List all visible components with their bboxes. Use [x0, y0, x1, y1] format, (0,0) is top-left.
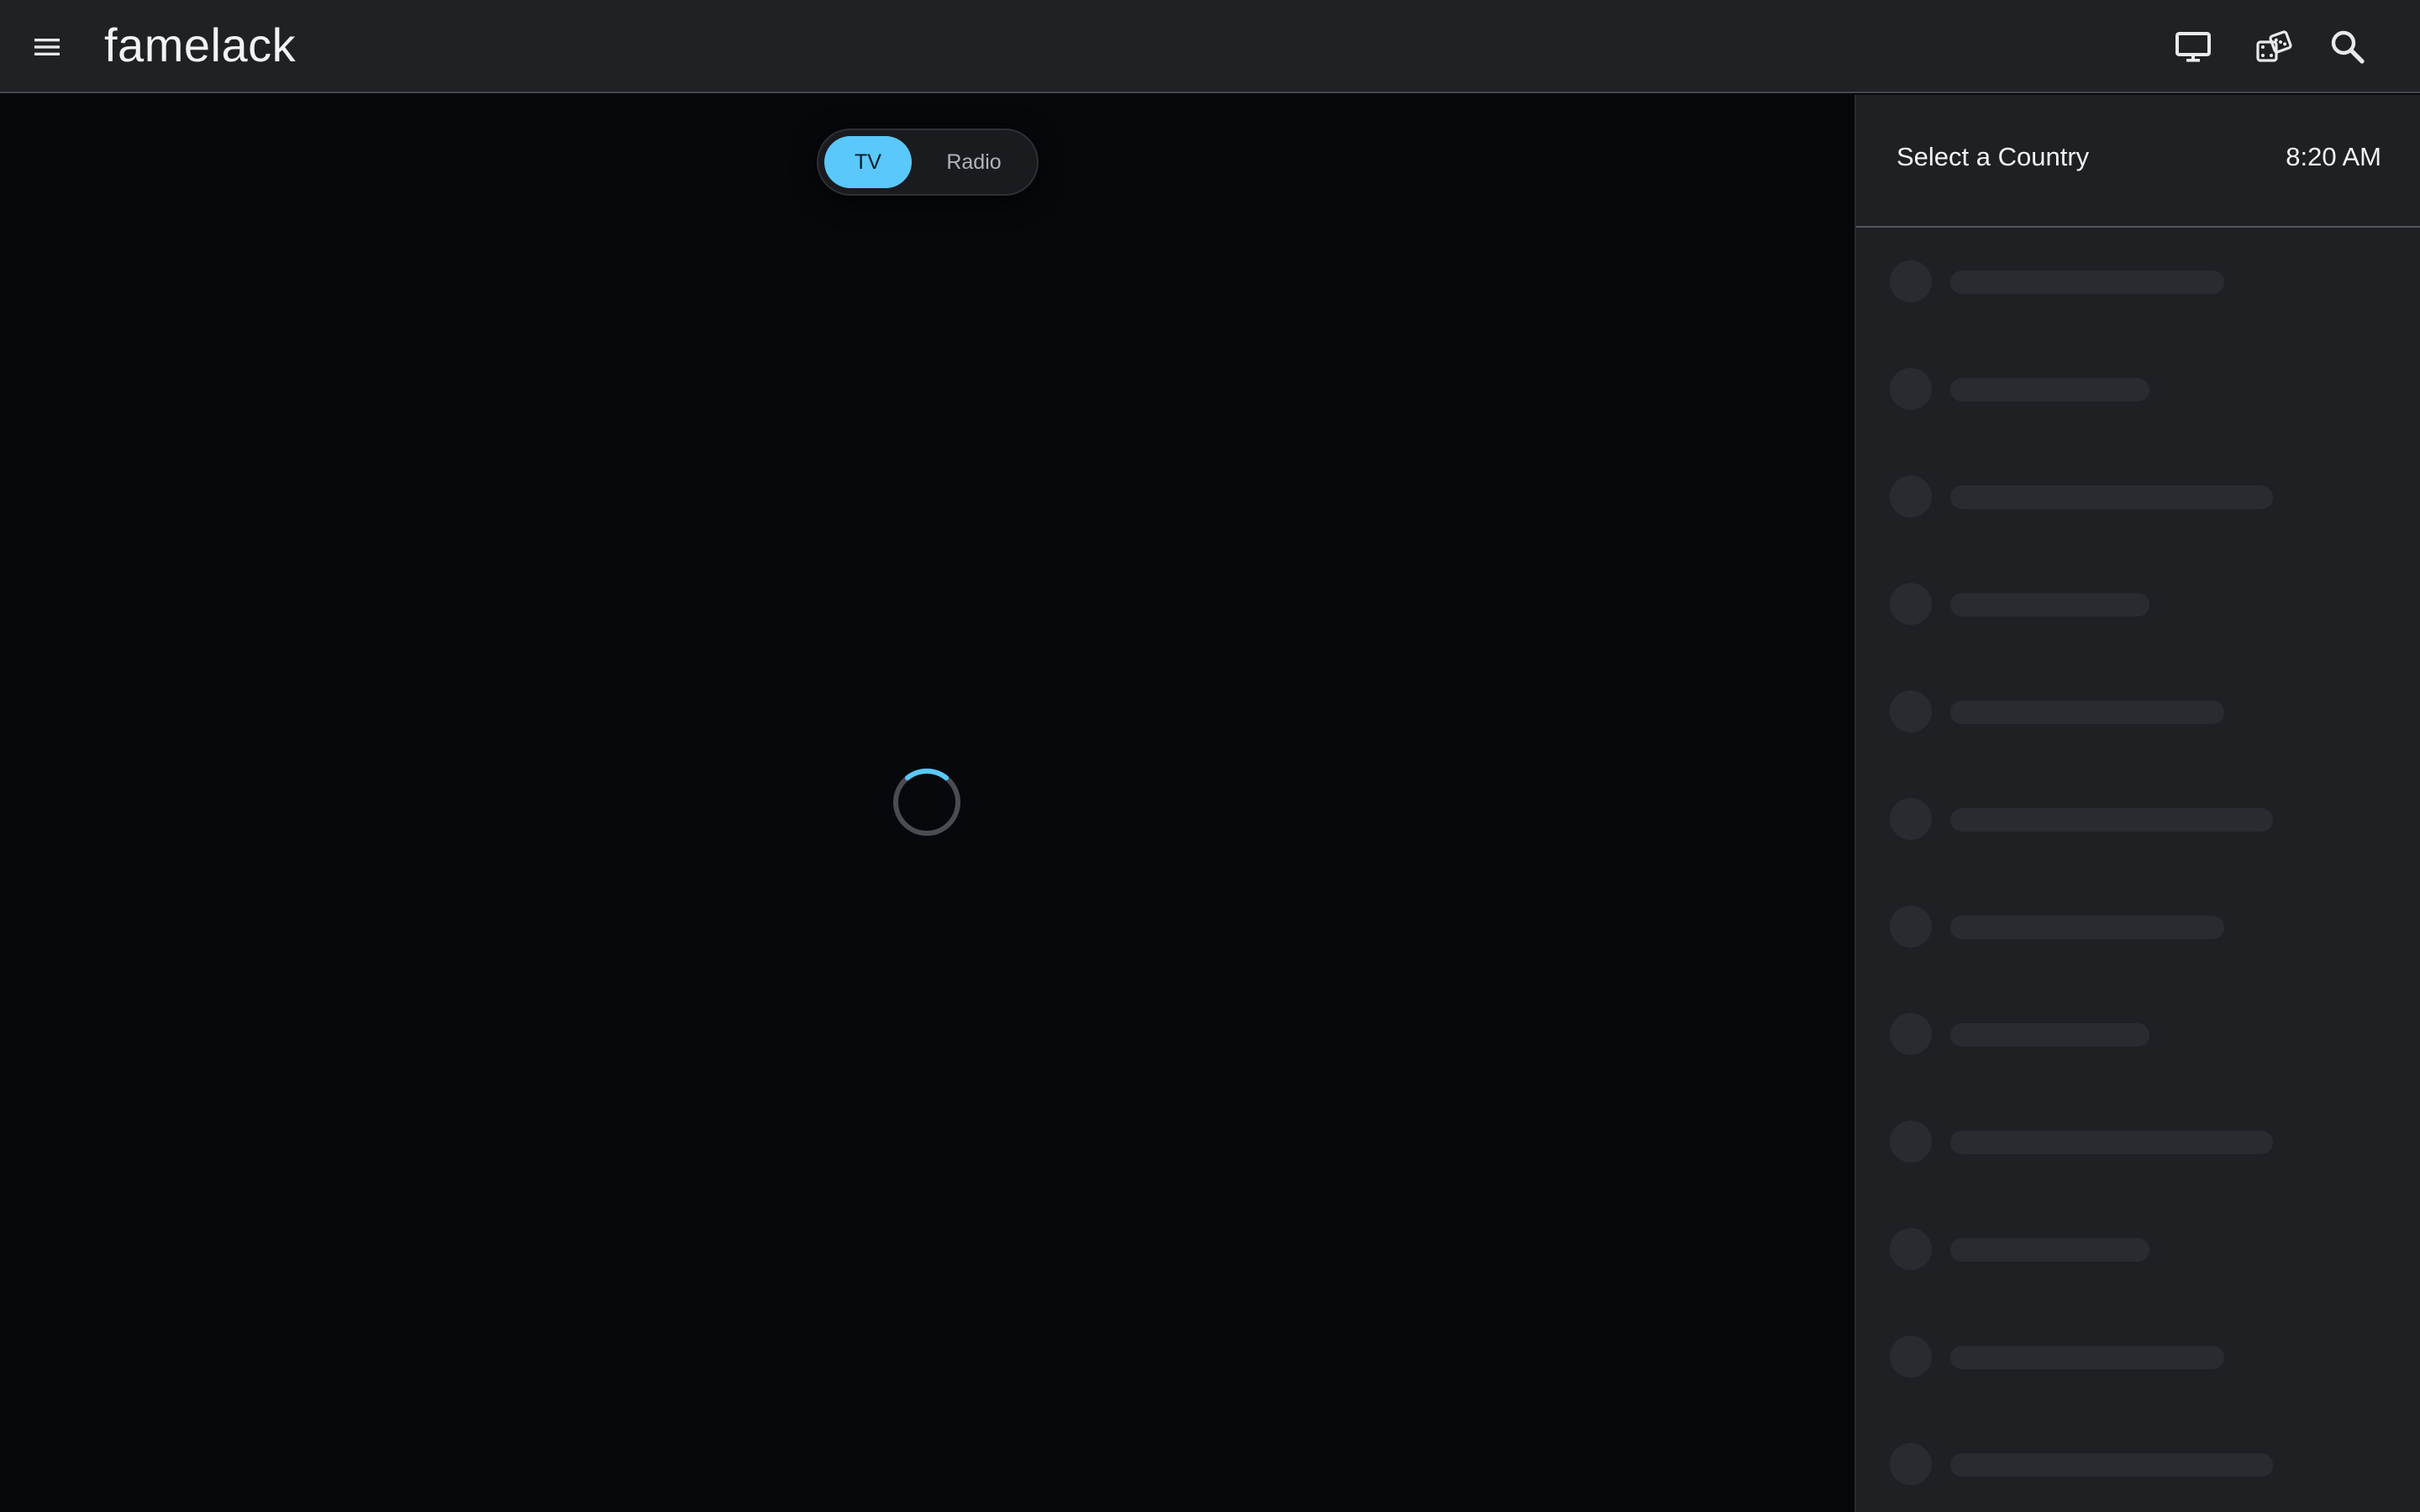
skeleton-label-placeholder: [1950, 593, 2149, 617]
mode-toggle: TV Radio: [817, 129, 1039, 196]
skeleton-flag-placeholder: [1890, 475, 1932, 517]
skeleton-row: [1890, 690, 2394, 732]
skeleton-row: [1890, 1121, 2394, 1163]
skeleton-flag-placeholder: [1890, 906, 1932, 948]
top-bar: famelack: [0, 0, 2420, 93]
player-area: TV Radio: [0, 95, 1854, 1512]
skeleton-row: [1890, 583, 2394, 625]
skeleton-label-placeholder: [1950, 270, 2224, 294]
skeleton-label-placeholder: [1950, 378, 2149, 402]
skeleton-flag-placeholder: [1890, 1443, 1932, 1485]
skeleton-flag-placeholder: [1890, 798, 1932, 840]
monitor-icon: [2175, 32, 2211, 62]
skeleton-label-placeholder: [1950, 1131, 2273, 1154]
skeleton-label-placeholder: [1950, 1023, 2149, 1047]
skeleton-label-placeholder: [1950, 1453, 2273, 1477]
skeleton-label-placeholder: [1950, 916, 2224, 939]
skeleton-row: [1890, 475, 2394, 517]
random-channel-button[interactable]: [2249, 22, 2299, 72]
tv-toggle-option[interactable]: TV: [824, 136, 912, 188]
app-logo[interactable]: famelack: [104, 12, 296, 79]
search-icon: [2331, 30, 2365, 64]
skeleton-row: [1890, 1013, 2394, 1055]
skeleton-flag-placeholder: [1890, 1336, 1932, 1378]
skeleton-label-placeholder: [1950, 808, 2273, 832]
skeleton-row: [1890, 1228, 2394, 1270]
sidebar-header: Select a Country 8:20 AM: [1856, 95, 2420, 228]
skeleton-row: [1890, 368, 2394, 410]
skeleton-row: [1890, 906, 2394, 948]
skeleton-flag-placeholder: [1890, 690, 1932, 732]
skeleton-label-placeholder: [1950, 701, 2224, 724]
skeleton-flag-placeholder: [1890, 368, 1932, 410]
skeleton-flag-placeholder: [1890, 1121, 1932, 1163]
skeleton-flag-placeholder: [1890, 583, 1932, 625]
skeleton-label-placeholder: [1950, 1346, 2224, 1369]
skeleton-flag-placeholder: [1890, 260, 1932, 302]
skeleton-row: [1890, 798, 2394, 840]
search-button[interactable]: [2323, 22, 2373, 72]
skeleton-label-placeholder: [1950, 486, 2273, 509]
loading-spinner: [893, 768, 960, 836]
skeleton-row: [1890, 1443, 2394, 1485]
menu-button[interactable]: [25, 28, 69, 66]
sidebar-title: Select a Country: [1897, 142, 2090, 171]
skeleton-label-placeholder: [1950, 1238, 2149, 1262]
skeleton-row: [1890, 260, 2394, 302]
skeleton-flag-placeholder: [1890, 1228, 1932, 1270]
dice-icon: [2256, 30, 2292, 62]
hamburger-menu-icon: [34, 39, 60, 55]
radio-toggle-option[interactable]: Radio: [921, 136, 1027, 188]
country-sidebar: Select a Country 8:20 AM: [1854, 95, 2420, 1512]
skeleton-row: [1890, 1336, 2394, 1378]
clock: 8:20 AM: [2286, 142, 2381, 171]
tv-button[interactable]: [2168, 22, 2218, 72]
skeleton-flag-placeholder: [1890, 1013, 1932, 1055]
